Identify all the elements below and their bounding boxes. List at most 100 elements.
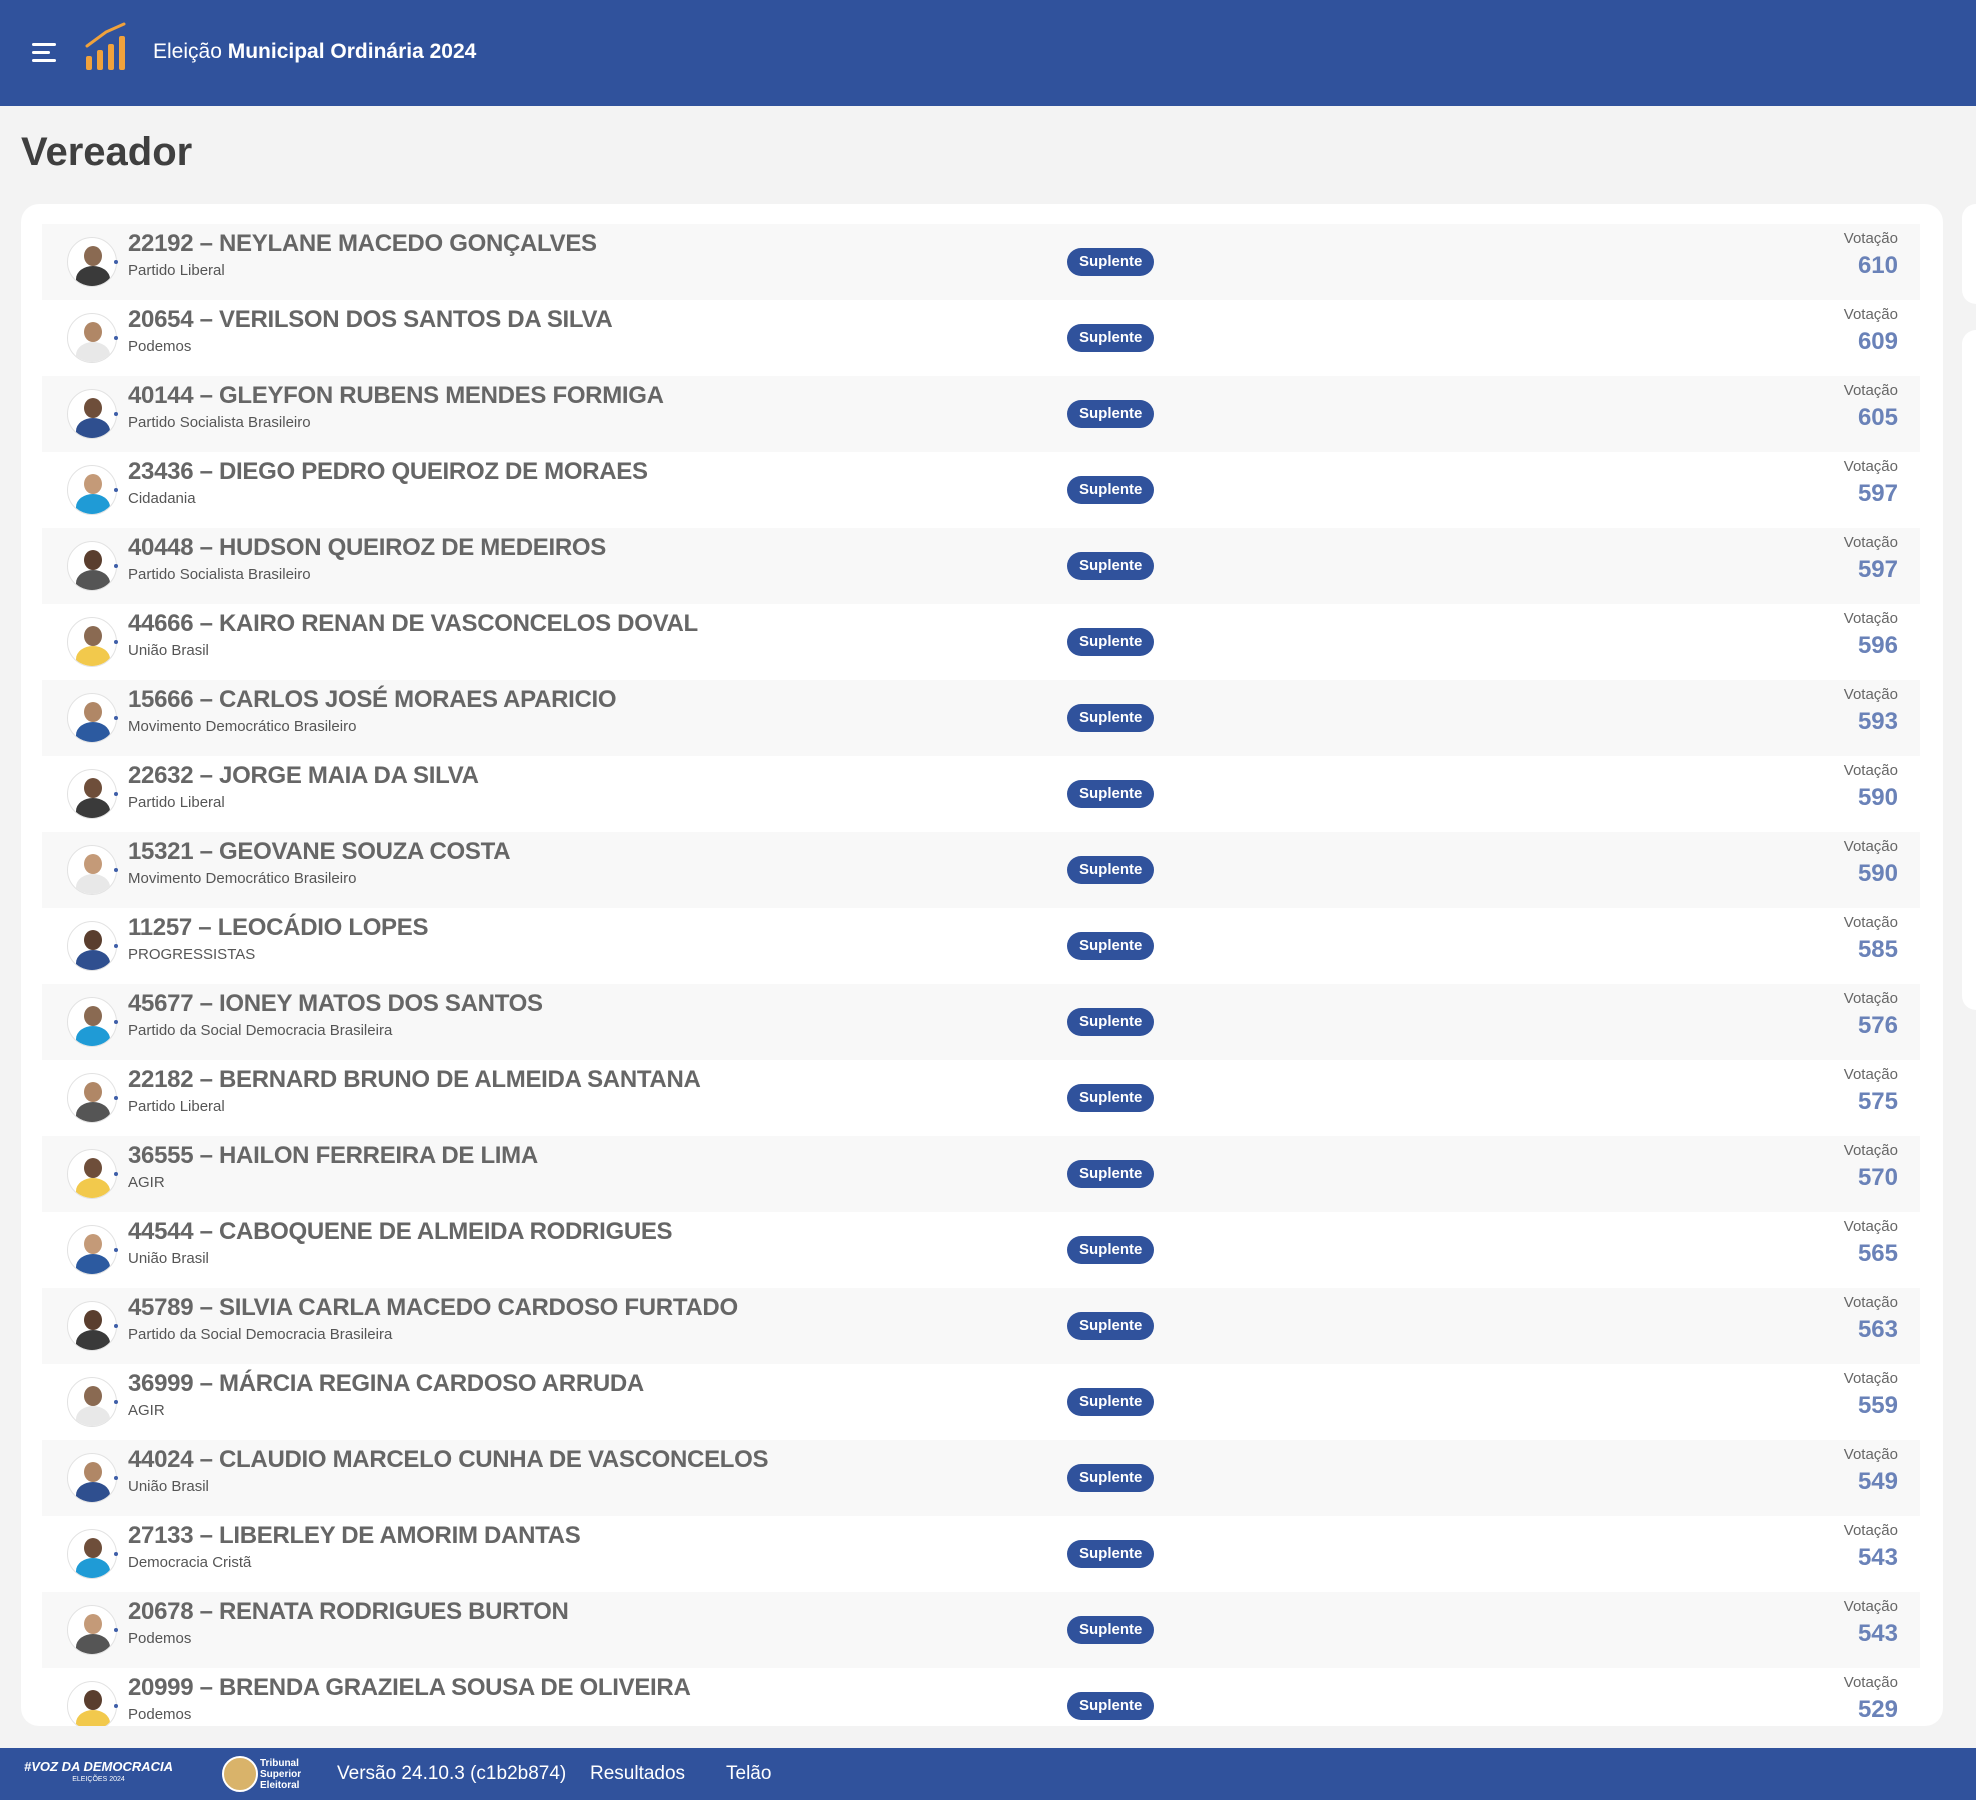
candidate-name: 45789 – SILVIA CARLA MACEDO CARDOSO FURT… — [128, 1294, 738, 1321]
results-link[interactable]: Resultados — [590, 1763, 685, 1785]
candidate-row[interactable]: 40448 – HUDSON QUEIROZ DE MEDEIROS Partid… — [42, 528, 1920, 604]
candidate-party: Movimento Democrático Brasileiro — [128, 870, 357, 887]
votes-value: 565 — [1857, 1240, 1898, 1267]
candidate-photo — [67, 1149, 117, 1199]
votes-value: 559 — [1857, 1392, 1898, 1419]
status-badge: Suplente — [1067, 400, 1155, 428]
status-badge: Suplente — [1067, 324, 1155, 352]
candidate-row[interactable]: 20999 – BRENDA GRAZIELA SOUSA DE OLIVEIR… — [42, 1668, 1920, 1726]
candidate-party: Partido Socialista Brasileiro — [128, 566, 311, 583]
status-badge: Suplente — [1067, 628, 1155, 656]
candidate-photo — [67, 389, 117, 439]
votes-label: Votação — [1843, 610, 1898, 627]
status-badge: Suplente — [1067, 552, 1155, 580]
votes-value: 593 — [1857, 708, 1898, 735]
candidate-party: Podemos — [128, 1706, 192, 1723]
app-title-bold: Municipal Ordinária 2024 — [227, 40, 477, 63]
candidate-name: 36999 – MÁRCIA REGINA CARDOSO ARRUDA — [128, 1370, 644, 1397]
status-badge: Suplente — [1067, 476, 1155, 504]
candidate-row[interactable]: 20678 – RENATA RODRIGUES BURTON Podemos Su… — [42, 1592, 1920, 1668]
candidate-row[interactable]: 44666 – KAIRO RENAN DE VASCONCELOS DOVAL… — [42, 604, 1920, 680]
bar-chart-logo-icon — [85, 22, 126, 70]
candidate-row[interactable]: 36555 – HAILON FERREIRA DE LIMA AGIR Suple… — [42, 1136, 1920, 1212]
votes-value: 609 — [1857, 328, 1898, 355]
candidate-party: AGIR — [128, 1174, 165, 1191]
candidate-row[interactable]: 45789 – SILVIA CARLA MACEDO CARDOSO FURT… — [42, 1288, 1920, 1364]
status-dot-icon — [114, 412, 118, 416]
votes-label: Votação — [1843, 306, 1898, 323]
status-dot-icon — [114, 488, 118, 492]
candidate-row[interactable]: 15666 – CARLOS JOSÉ MORAES APARICIO Movim… — [42, 680, 1920, 756]
candidate-photo — [67, 313, 117, 363]
status-badge: Suplente — [1067, 1312, 1155, 1340]
tse-emblem-icon — [222, 1756, 258, 1792]
candidate-party: Partido Liberal — [128, 262, 225, 279]
candidate-row[interactable]: 22632 – JORGE MAIA DA SILVA Partido Liber… — [42, 756, 1920, 832]
side-panel-edge — [1962, 204, 1976, 304]
candidate-row[interactable]: 44544 – CABOQUENE DE ALMEIDA RODRIGUES Un… — [42, 1212, 1920, 1288]
candidate-party: Democracia Cristã — [128, 1554, 252, 1571]
candidate-row[interactable]: 20654 – VERILSON DOS SANTOS DA SILVA Pode… — [42, 300, 1920, 376]
candidate-row[interactable]: 15321 – GEOVANE SOUZA COSTA Movimento Dem… — [42, 832, 1920, 908]
candidate-party: Cidadania — [128, 490, 196, 507]
status-dot-icon — [114, 1020, 118, 1024]
status-badge: Suplente — [1067, 1160, 1155, 1188]
candidate-row[interactable]: 22182 – BERNARD BRUNO DE ALMEIDA SANTANA… — [42, 1060, 1920, 1136]
app-title: Eleição Municipal Ordinária 2024 — [153, 40, 476, 64]
menu-icon[interactable] — [28, 38, 60, 68]
candidate-row[interactable]: 22192 – NEYLANE MACEDO GONÇALVES Partido … — [42, 224, 1920, 300]
votes-value: 597 — [1857, 480, 1898, 507]
status-badge: Suplente — [1067, 856, 1155, 884]
candidate-photo — [67, 1529, 117, 1579]
status-badge: Suplente — [1067, 1692, 1155, 1720]
status-badge: Suplente — [1067, 1464, 1155, 1492]
candidate-row[interactable]: 23436 – DIEGO PEDRO QUEIROZ DE MORAES Cid… — [42, 452, 1920, 528]
votes-label: Votação — [1843, 1674, 1898, 1691]
votes-value: 575 — [1857, 1088, 1898, 1115]
status-dot-icon — [114, 1628, 118, 1632]
candidate-name: 23436 – DIEGO PEDRO QUEIROZ DE MORAES — [128, 458, 648, 485]
candidate-photo — [67, 237, 117, 287]
candidate-name: 20654 – VERILSON DOS SANTOS DA SILVA — [128, 306, 613, 333]
votes-label: Votação — [1843, 1294, 1898, 1311]
votes-value: 585 — [1857, 936, 1898, 963]
status-dot-icon — [114, 1400, 118, 1404]
candidate-row[interactable]: 40144 – GLEYFON RUBENS MENDES FORMIGA Par… — [42, 376, 1920, 452]
candidate-row[interactable]: 36999 – MÁRCIA REGINA CARDOSO ARRUDA AGIR… — [42, 1364, 1920, 1440]
candidate-party: Podemos — [128, 338, 192, 355]
votes-label: Votação — [1843, 458, 1898, 475]
status-badge: Suplente — [1067, 932, 1155, 960]
candidate-photo — [67, 541, 117, 591]
candidate-row[interactable]: 45677 – IONEY MATOS DOS SANTOS Partido da… — [42, 984, 1920, 1060]
tse-logo-text: Tribunal Superior Eleitoral — [260, 1758, 302, 1791]
candidate-photo — [67, 845, 117, 895]
candidate-row[interactable]: 27133 – LIBERLEY DE AMORIM DANTAS Democra… — [42, 1516, 1920, 1592]
votes-label: Votação — [1843, 762, 1898, 779]
votes-label: Votação — [1843, 1218, 1898, 1235]
telao-link[interactable]: Telão — [726, 1763, 771, 1785]
status-dot-icon — [114, 336, 118, 340]
candidate-party: União Brasil — [128, 1250, 209, 1267]
candidate-party: Movimento Democrático Brasileiro — [128, 718, 357, 735]
candidate-photo — [67, 1301, 117, 1351]
candidate-photo — [67, 1225, 117, 1275]
status-dot-icon — [114, 1552, 118, 1556]
votes-value: 563 — [1857, 1316, 1898, 1343]
status-badge: Suplente — [1067, 704, 1155, 732]
status-dot-icon — [114, 944, 118, 948]
candidate-photo — [67, 617, 117, 667]
votes-value: 529 — [1857, 1696, 1898, 1723]
status-badge: Suplente — [1067, 1388, 1155, 1416]
status-badge: Suplente — [1067, 1236, 1155, 1264]
votes-value: 590 — [1857, 860, 1898, 887]
candidate-name: 22182 – BERNARD BRUNO DE ALMEIDA SANTANA — [128, 1066, 701, 1093]
candidate-party: União Brasil — [128, 1478, 209, 1495]
status-dot-icon — [114, 792, 118, 796]
votes-label: Votação — [1843, 1522, 1898, 1539]
candidate-name: 44544 – CABOQUENE DE ALMEIDA RODRIGUES — [128, 1218, 673, 1245]
votes-label: Votação — [1843, 1066, 1898, 1083]
votes-label: Votação — [1843, 230, 1898, 247]
candidate-row[interactable]: 44024 – CLAUDIO MARCELO CUNHA DE VASCONC… — [42, 1440, 1920, 1516]
candidate-row[interactable]: 11257 – LEOCÁDIO LOPES PROGRESSISTAS Suple… — [42, 908, 1920, 984]
status-dot-icon — [114, 1172, 118, 1176]
